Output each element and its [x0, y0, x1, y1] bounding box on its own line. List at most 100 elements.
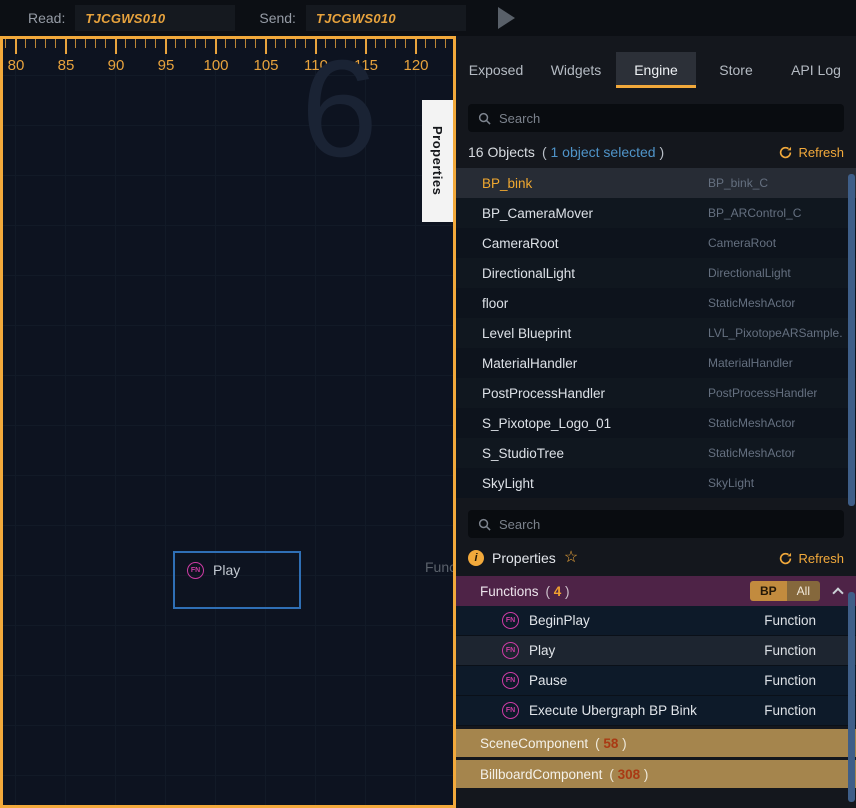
- refresh-icon: [779, 552, 792, 565]
- object-row[interactable]: CameraRoot CameraRoot: [456, 228, 856, 258]
- info-icon[interactable]: i: [468, 550, 484, 566]
- object-row[interactable]: BP_CameraMover BP_ARControl_C: [456, 198, 856, 228]
- ruler-number: 95: [141, 57, 191, 74]
- panel-tab[interactable]: Engine: [616, 52, 696, 88]
- ruler-number: 125: [441, 57, 456, 74]
- functions-title: Functions: [480, 584, 539, 599]
- fn-icon: FN: [502, 702, 519, 719]
- search-icon: [478, 518, 491, 531]
- read-value: TJCGWS010: [85, 11, 165, 26]
- object-class: DirectionalLight: [708, 266, 791, 280]
- panel-tab[interactable]: API Log: [776, 52, 856, 88]
- read-input[interactable]: TJCGWS010: [75, 5, 235, 31]
- filter-bp-button[interactable]: BP: [750, 581, 787, 601]
- object-class: StaticMeshActor: [708, 296, 795, 310]
- function-row[interactable]: FN Play Function: [456, 636, 856, 666]
- properties-title: Properties: [492, 550, 556, 566]
- watermark-digit: 6: [301, 37, 378, 182]
- functions-count: ( 4 ): [546, 584, 570, 599]
- object-row[interactable]: DirectionalLight DirectionalLight: [456, 258, 856, 288]
- send-label: Send:: [259, 10, 296, 26]
- object-row[interactable]: S_Pixotope_Logo_01 StaticMeshActor: [456, 408, 856, 438]
- clipped-canvas-label: Func: [425, 559, 456, 575]
- fn-icon-text: FN: [191, 567, 200, 574]
- component-section-header[interactable]: SceneComponent ( 58 ): [456, 729, 856, 757]
- main-area: 80 85 90 95 100 105 110 115: [0, 36, 856, 808]
- object-class: LVL_PixotopeARSample..: [708, 326, 842, 340]
- refresh-icon: [779, 146, 792, 159]
- object-row[interactable]: SkyLight SkyLight: [456, 468, 856, 498]
- send-value: TJCGWS010: [316, 11, 396, 26]
- function-name: BeginPlay: [529, 613, 590, 628]
- object-row[interactable]: MaterialHandler MaterialHandler: [456, 348, 856, 378]
- function-row[interactable]: FN Pause Function: [456, 666, 856, 696]
- functions-section-header[interactable]: Functions ( 4 ) BP All: [456, 576, 856, 606]
- refresh-label: Refresh: [798, 145, 844, 160]
- horizontal-ruler: 80 85 90 95 100 105 110 115: [3, 39, 453, 81]
- object-row[interactable]: PostProcessHandler PostProcessHandler: [456, 378, 856, 408]
- objects-header: 16 Objects ( 1 object selected ) Refresh: [468, 144, 844, 160]
- ruler-number: 85: [41, 57, 91, 74]
- fn-icon: FN: [502, 612, 519, 629]
- properties-header: i Properties ☆ Refresh: [468, 550, 844, 566]
- objects-refresh-button[interactable]: Refresh: [779, 145, 844, 160]
- properties-search[interactable]: [468, 510, 844, 538]
- refresh-label: Refresh: [798, 551, 844, 566]
- object-name: BP_bink: [482, 176, 708, 191]
- panel-tab[interactable]: Widgets: [536, 52, 616, 88]
- properties-side-tab[interactable]: Properties: [422, 100, 453, 222]
- object-class: CameraRoot: [708, 236, 776, 250]
- panel-tab[interactable]: Store: [696, 52, 776, 88]
- component-section-title: BillboardComponent: [480, 767, 602, 782]
- ruler-number: 120: [391, 57, 441, 74]
- play-triangle-icon[interactable]: [498, 7, 515, 29]
- ruler-number: 105: [241, 57, 291, 74]
- ruler-number: 90: [91, 57, 141, 74]
- object-name: DirectionalLight: [482, 266, 708, 281]
- object-name: BP_CameraMover: [482, 206, 708, 221]
- objects-selected-note: ( 1 object selected ): [542, 144, 664, 160]
- component-section-count: ( 308 ): [609, 767, 648, 782]
- object-name: S_StudioTree: [482, 446, 708, 461]
- properties-search-input[interactable]: [499, 517, 834, 532]
- object-search[interactable]: [468, 104, 844, 132]
- ruler-major-ticks: [3, 39, 453, 54]
- function-type: Function: [764, 613, 816, 628]
- play-node-label: Play: [213, 562, 240, 578]
- function-type: Function: [764, 703, 816, 718]
- object-class: BP_ARControl_C: [708, 206, 801, 220]
- properties-refresh-button[interactable]: Refresh: [779, 551, 844, 566]
- filter-all-button[interactable]: All: [787, 581, 820, 601]
- object-row[interactable]: BP_bink BP_bink_C: [456, 168, 856, 198]
- collapse-chevron-icon[interactable]: [832, 587, 843, 598]
- object-list-scrollbar[interactable]: [848, 174, 855, 506]
- panel-tab-bar: Exposed Widgets Engine Store: [456, 52, 856, 88]
- object-row[interactable]: Level Blueprint LVL_PixotopeARSample..: [456, 318, 856, 348]
- panel-tab[interactable]: Exposed: [456, 52, 536, 88]
- function-type: Function: [764, 643, 816, 658]
- object-name: SkyLight: [482, 476, 708, 491]
- favorite-star-icon[interactable]: ☆: [564, 550, 578, 566]
- object-class: StaticMeshActor: [708, 416, 795, 430]
- app-root: Read: TJCGWS010 Send: TJCGWS010 80 85: [0, 0, 856, 808]
- function-name: Execute Ubergraph BP Bink: [529, 703, 697, 718]
- properties-scrollbar[interactable]: [848, 592, 855, 802]
- object-list: BP_bink BP_bink_C BP_CameraMover BP_ARCo…: [456, 168, 856, 498]
- play-function-node[interactable]: FN Play: [173, 551, 301, 609]
- object-class: PostProcessHandler: [708, 386, 817, 400]
- function-row[interactable]: FN BeginPlay Function: [456, 606, 856, 636]
- object-name: PostProcessHandler: [482, 386, 708, 401]
- graph-canvas[interactable]: 80 85 90 95 100 105 110 115: [0, 36, 456, 808]
- component-sections: SceneComponent ( 58 ) BillboardComponent…: [456, 726, 856, 788]
- object-search-input[interactable]: [499, 111, 834, 126]
- read-label: Read:: [28, 10, 65, 26]
- function-name: Play: [529, 643, 555, 658]
- component-section-header[interactable]: BillboardComponent ( 308 ): [456, 760, 856, 788]
- function-row[interactable]: FN Execute Ubergraph BP Bink Function: [456, 696, 856, 726]
- object-row[interactable]: S_StudioTree StaticMeshActor: [456, 438, 856, 468]
- right-panel: Exposed Widgets Engine Store: [456, 36, 856, 808]
- send-input[interactable]: TJCGWS010: [306, 5, 466, 31]
- panel-tab-label: Exposed: [469, 62, 523, 78]
- object-class: StaticMeshActor: [708, 446, 795, 460]
- object-row[interactable]: floor StaticMeshActor: [456, 288, 856, 318]
